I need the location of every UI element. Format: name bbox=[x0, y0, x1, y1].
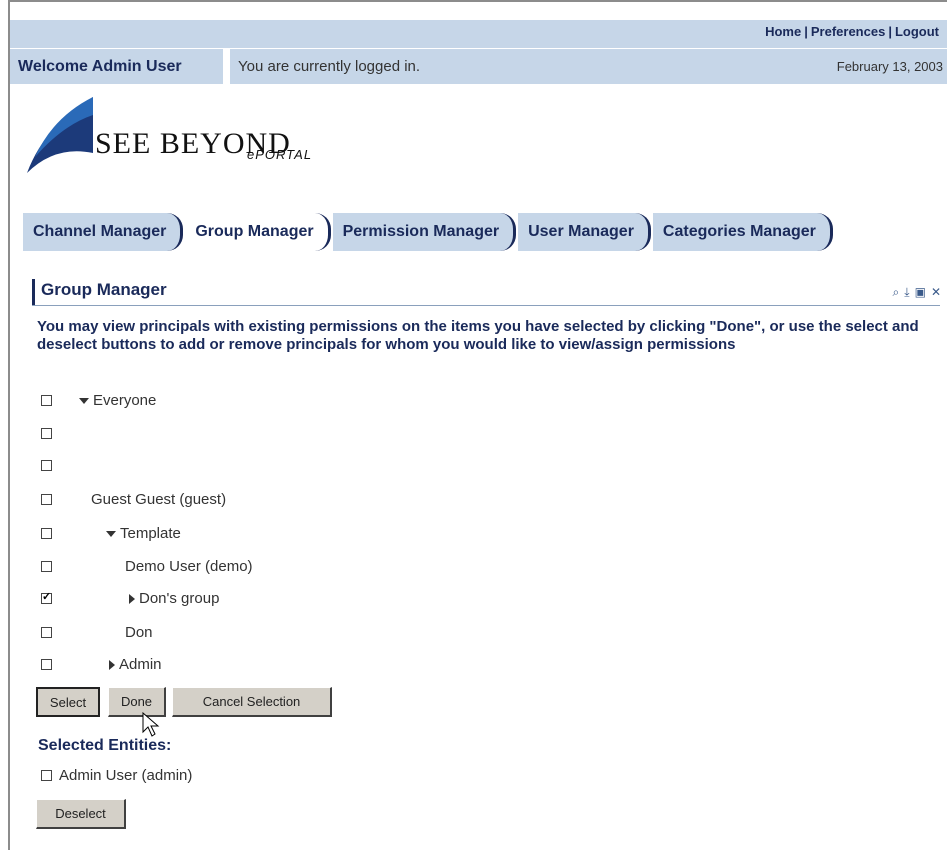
tree-checkbox[interactable] bbox=[41, 561, 52, 572]
edit-icon[interactable]: ▣ bbox=[915, 285, 926, 299]
expanded-arrow-icon[interactable] bbox=[79, 398, 89, 405]
select-button[interactable]: Select bbox=[36, 687, 100, 717]
tab-user-manager[interactable]: User Manager bbox=[518, 213, 651, 251]
tree-label[interactable]: Don's group bbox=[129, 590, 219, 607]
home-link[interactable]: Home bbox=[765, 24, 801, 39]
window-frame-top bbox=[8, 0, 947, 2]
selected-entities-heading: Selected Entities: bbox=[38, 737, 172, 754]
tree-label[interactable]: Template bbox=[106, 525, 181, 542]
tab-categories-manager[interactable]: Categories Manager bbox=[652, 213, 833, 251]
download-icon[interactable]: ⤓ bbox=[904, 285, 909, 299]
tab-channel-manager[interactable]: Channel Manager bbox=[23, 213, 184, 251]
tree-checkbox[interactable] bbox=[41, 528, 52, 539]
nav-separator: | bbox=[804, 24, 808, 39]
logo-swoosh-icon bbox=[27, 97, 93, 173]
login-status-bar: You are currently logged in. February 13… bbox=[230, 49, 947, 84]
portlet-header-divider bbox=[32, 305, 940, 306]
cancel-selection-button[interactable]: Cancel Selection bbox=[172, 687, 332, 717]
tree-checkbox[interactable] bbox=[41, 590, 52, 604]
preferences-link[interactable]: Preferences bbox=[811, 24, 885, 39]
tree-checkbox[interactable] bbox=[41, 494, 52, 505]
portlet-title: Group Manager bbox=[41, 280, 167, 299]
top-nav-links: Home | Preferences | Logout bbox=[765, 24, 939, 39]
instructions-text: You may view principals with existing pe… bbox=[37, 318, 919, 353]
tree-label[interactable]: Everyone bbox=[79, 392, 156, 409]
tree-label: Don bbox=[125, 624, 153, 641]
tree-checkbox[interactable] bbox=[41, 395, 52, 406]
close-icon[interactable]: ✕ bbox=[931, 285, 941, 299]
portlet-header: Group Manager ⌕ ⤓ ▣ ✕ bbox=[32, 279, 943, 305]
logo-sub-text: ePORTAL bbox=[247, 147, 313, 162]
window-frame-left bbox=[8, 0, 10, 850]
tree-checkbox[interactable] bbox=[41, 460, 52, 471]
seebeyond-logo: SEE BEYOND ePORTAL bbox=[25, 95, 445, 185]
tree-checkbox[interactable] bbox=[41, 627, 52, 638]
selected-entity-checkbox[interactable] bbox=[41, 770, 52, 781]
tab-permission-manager[interactable]: Permission Manager bbox=[332, 213, 517, 251]
deselect-button[interactable]: Deselect bbox=[36, 799, 126, 829]
login-status-text: You are currently logged in. bbox=[238, 58, 421, 75]
welcome-message: Welcome Admin User bbox=[10, 49, 223, 84]
tree-checkbox[interactable] bbox=[41, 428, 52, 439]
manager-tabs: Channel Manager Group Manager Permission… bbox=[23, 213, 835, 253]
expanded-arrow-icon[interactable] bbox=[106, 531, 116, 538]
logout-link[interactable]: Logout bbox=[895, 24, 939, 39]
tree-label: Demo User (demo) bbox=[125, 558, 253, 575]
tab-group-manager[interactable]: Group Manager bbox=[185, 213, 331, 251]
selected-entity-label: Admin User (admin) bbox=[59, 767, 193, 784]
tree-checkbox[interactable] bbox=[41, 659, 52, 670]
top-nav-bar: Home | Preferences | Logout bbox=[10, 20, 947, 48]
mouse-pointer-icon bbox=[142, 712, 160, 737]
tree-label[interactable]: Admin bbox=[109, 656, 162, 673]
portlet-controls: ⌕ ⤓ ▣ ✕ bbox=[893, 285, 941, 299]
collapsed-arrow-icon[interactable] bbox=[129, 594, 135, 605]
tree-label: Guest Guest (guest) bbox=[91, 491, 227, 508]
collapsed-arrow-icon[interactable] bbox=[109, 660, 115, 671]
search-icon[interactable]: ⌕ bbox=[893, 285, 900, 299]
nav-separator: | bbox=[888, 24, 892, 39]
current-date: February 13, 2003 bbox=[836, 59, 943, 74]
